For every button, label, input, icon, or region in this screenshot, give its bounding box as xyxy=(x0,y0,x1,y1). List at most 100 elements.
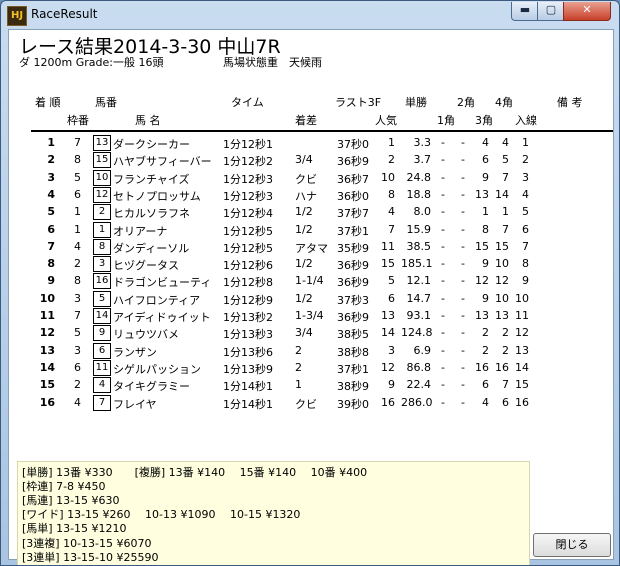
cell-c1: - xyxy=(441,222,445,236)
cell-odds: 18.8 xyxy=(406,187,432,201)
cell-name: オリアーナ xyxy=(113,224,168,238)
cell-pos: 6 xyxy=(47,222,55,236)
cell-c1: - xyxy=(441,170,445,184)
cell-pos: 3 xyxy=(47,170,55,184)
cell-margin: 1-3/4 xyxy=(295,309,324,322)
cell-name: ドラゴンビューティ xyxy=(113,276,212,290)
cell-time: 1分14秒1 xyxy=(223,397,273,411)
cell-margin: 1/2 xyxy=(295,205,313,219)
header-win-odds: 単勝 xyxy=(405,96,427,109)
payout-line: [3連単] 13-15-10 ¥25590 xyxy=(22,550,159,564)
cell-odds: 24.8 xyxy=(406,170,432,184)
cell-odds: 3.3 xyxy=(413,136,432,149)
cell-odds: 22.4 xyxy=(406,378,432,392)
table-row: 3 5 10 フランチャイズ 1分12秒3 クビ 36秒7 10 24.8- -9 7 3 xyxy=(9,169,613,186)
close-button[interactable]: 閉じる xyxy=(533,533,611,557)
cell-time: 1分13秒2 xyxy=(223,311,273,324)
cell-c4: 7 xyxy=(502,170,509,184)
maximize-button[interactable]: ▢ xyxy=(537,2,565,21)
cell-c2: - xyxy=(461,205,465,219)
cell-c3: 13 xyxy=(475,187,489,201)
cell-c3: 9 xyxy=(482,170,489,184)
cell-name: ハヤブサフィーバー xyxy=(113,155,212,169)
cell-odds: 185.1 xyxy=(401,257,433,271)
cell-finish: 1 xyxy=(522,136,529,149)
header-corner1: 1角 xyxy=(437,114,455,127)
cell-ninki: 8 xyxy=(388,187,395,201)
cell-last3f: 36秒9 xyxy=(337,155,369,169)
table-row: 1 7 13 ダークシーカー 1分12秒1 37秒0 1 3.3- -4 4 1 xyxy=(9,134,613,151)
cell-finish: 7 xyxy=(522,239,529,253)
cell-last3f: 36秒7 xyxy=(337,172,369,186)
cell-c3: 13 xyxy=(475,309,489,322)
cell-margin: 1-1/4 xyxy=(295,274,324,288)
cell-time: 1分12秒5 xyxy=(223,241,273,255)
cell-c3: 2 xyxy=(482,343,489,357)
cell-time: 1分12秒2 xyxy=(223,155,273,169)
cell-ninki: 15 xyxy=(381,257,395,271)
cell-pos: 13 xyxy=(39,343,55,357)
cell-c1: - xyxy=(441,360,445,374)
cell-last3f: 36秒9 xyxy=(337,276,369,290)
cell-name: セトノプロッサム xyxy=(113,189,201,203)
cell-ban: 1 xyxy=(93,221,111,238)
cell-waku: 5 xyxy=(74,170,81,184)
table-row: 9 8 16 ドラゴンビューティ 1分12秒8 1-1/4 36秒9 5 12.1- -12 12 9 xyxy=(9,272,613,290)
cell-waku: 1 xyxy=(74,222,81,236)
cell-c3: 8 xyxy=(482,222,489,236)
cell-name: ダンディーソル xyxy=(113,241,190,255)
cell-last3f: 36秒9 xyxy=(337,259,369,273)
client-area: レース結果2014-3-30 中山7R ダ 1200m Grade:一般 16頭… xyxy=(8,29,614,565)
table-row: 7 4 8 ダンディーソル 1分12秒5 アタマ 35秒9 11 38.5- -15 15 7 xyxy=(9,238,613,255)
table-row: 16 4 7 フレイヤ 1分14秒1 クビ 39秒0 16 286.0- -4 6 16 xyxy=(9,394,613,411)
cell-c2: - xyxy=(461,309,465,322)
cell-ban: 16 xyxy=(93,273,111,290)
cell-c1: - xyxy=(441,239,445,253)
cell-c4: 2 xyxy=(502,343,509,357)
cell-odds: 6.9 xyxy=(413,343,432,357)
cell-c2: - xyxy=(461,360,465,374)
payout-line: [3連複] 10-13-15 ¥6070 xyxy=(22,536,152,550)
minimize-button[interactable]: ▬ xyxy=(511,2,539,21)
cell-time: 1分12秒3 xyxy=(223,189,273,203)
cell-pos: 8 xyxy=(47,257,55,271)
cell-ban: 12 xyxy=(93,186,111,203)
cell-ninki: 14 xyxy=(381,326,395,340)
cell-c1: - xyxy=(441,257,445,271)
table-row: 6 1 1 オリアーナ 1分12秒5 1/2 37秒1 7 15.9- -8 7 6 xyxy=(9,221,613,238)
cell-margin: 1/2 xyxy=(295,222,313,236)
payout-panel: [単勝] 13番 ¥330 [複勝] 13番 ¥140 15番 ¥140 10番… xyxy=(17,461,530,565)
cell-time: 1分14秒1 xyxy=(223,380,273,394)
cell-finish: 12 xyxy=(515,326,529,340)
header-horse-name: 馬 名 xyxy=(135,114,161,127)
header-finish: 入線 xyxy=(515,114,537,127)
cell-margin: クビ xyxy=(295,172,317,186)
header-margin: 着差 xyxy=(295,114,317,127)
cell-odds: 86.8 xyxy=(406,360,432,374)
cell-odds: 286.0 xyxy=(401,395,433,409)
table-row: 10 3 5 ハイフロンティア 1分12秒9 1/2 37秒3 6 14.7- -9 10 10 xyxy=(9,290,613,307)
cell-ban: 6 xyxy=(93,342,111,359)
cell-ninki: 5 xyxy=(388,274,395,288)
cell-last3f: 38秒5 xyxy=(337,328,369,342)
header-remarks: 備 考 xyxy=(557,96,583,109)
cell-finish: 10 xyxy=(515,291,529,305)
close-window-button[interactable]: ✕ xyxy=(563,2,611,21)
cell-margin: 1/2 xyxy=(295,291,313,305)
window-title: RaceResult xyxy=(31,7,98,21)
cell-c3: 4 xyxy=(482,136,489,149)
cell-margin: アタマ xyxy=(295,241,328,255)
cell-last3f: 37秒7 xyxy=(337,207,369,221)
title-bar[interactable]: HJ RaceResult ▬ ▢ ✕ xyxy=(1,1,619,29)
cell-c2: - xyxy=(461,153,465,167)
cell-time: 1分12秒5 xyxy=(223,224,273,238)
cell-finish: 15 xyxy=(515,378,529,392)
cell-name: フランチャイズ xyxy=(113,172,190,186)
table-row: 14 6 11 シゲルパッション 1分13秒9 2 37秒1 12 86.8- -16 16 14 xyxy=(9,359,613,376)
cell-ninki: 13 xyxy=(381,309,395,322)
cell-finish: 13 xyxy=(515,343,529,357)
cell-margin: ハナ xyxy=(295,189,317,203)
cell-c4: 4 xyxy=(502,136,509,149)
cell-c1: - xyxy=(441,378,445,392)
cell-finish: 9 xyxy=(522,274,529,288)
